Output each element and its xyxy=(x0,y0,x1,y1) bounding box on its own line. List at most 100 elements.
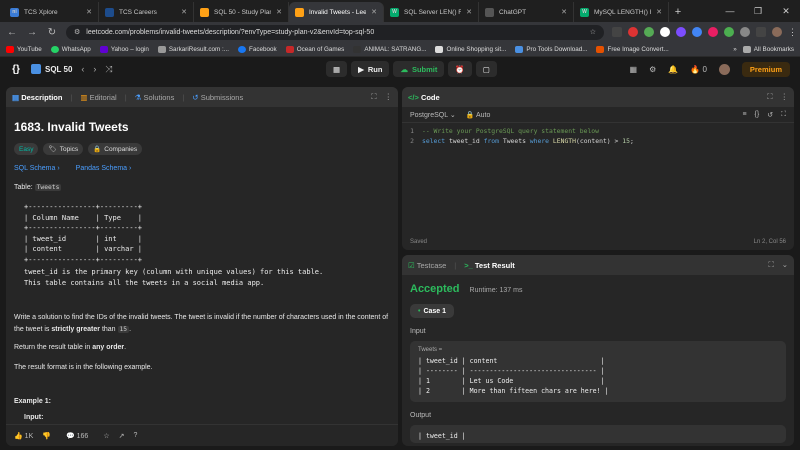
format-braces-icon[interactable]: {} xyxy=(755,111,760,119)
companies-button[interactable]: 🔒 Companies xyxy=(88,143,143,155)
extension-icon[interactable] xyxy=(692,27,702,37)
bookmark-shopping[interactable]: Online Shopping sit... xyxy=(435,45,506,53)
tab-testcase[interactable]: ☑ Testcase xyxy=(408,261,446,270)
more-icon[interactable]: ⋮ xyxy=(781,92,789,102)
reset-icon[interactable]: ↺ xyxy=(767,111,773,119)
share-icon[interactable]: ↗ xyxy=(119,432,125,440)
prev-problem-icon[interactable]: ‹ xyxy=(81,64,84,74)
bookmark-imageconvert[interactable]: Free Image Convert... xyxy=(596,45,669,53)
submit-button[interactable]: ☁ Submit xyxy=(393,61,445,77)
timer-button[interactable]: ⏰ xyxy=(448,61,472,77)
user-avatar[interactable] xyxy=(718,63,730,75)
more-icon[interactable]: ⋮ xyxy=(385,92,393,102)
site-info-icon[interactable]: ⚙ xyxy=(74,28,80,36)
help-icon[interactable]: ? xyxy=(133,432,137,439)
profile-avatar[interactable] xyxy=(772,27,782,37)
pandas-schema-link[interactable]: Pandas Schema › xyxy=(76,165,132,172)
shuffle-icon[interactable]: ⤨ xyxy=(105,64,112,75)
close-tab-icon[interactable]: ✕ xyxy=(371,8,377,16)
tab-editorial[interactable]: ▥ Editorial xyxy=(80,93,116,102)
tab-description[interactable]: ▤ Description xyxy=(12,93,62,102)
bookmark-label: ANIMAL: SATRANG... xyxy=(364,45,427,53)
tab-test-result[interactable]: >_ Test Result xyxy=(464,261,515,270)
leetcode-logo-icon[interactable]: {} xyxy=(10,63,22,75)
premium-button[interactable]: Premium xyxy=(741,61,790,77)
notifications-bell-icon[interactable]: 🔔 xyxy=(668,65,678,74)
expand-icon[interactable]: ⛶ xyxy=(371,92,376,102)
study-plan-title[interactable]: SQL 50 xyxy=(31,64,72,74)
tab-submissions[interactable]: ↺ Submissions xyxy=(192,93,243,102)
expand-icon[interactable]: ⛶ xyxy=(768,260,773,270)
menu-kebab-icon[interactable]: ⋮ xyxy=(788,27,797,37)
settings-gear-icon[interactable]: ⚙ xyxy=(649,65,656,74)
all-bookmarks[interactable]: All Bookmarks xyxy=(742,45,794,53)
bookmark-youtube[interactable]: YouTube xyxy=(6,45,42,53)
bookmark-ocean[interactable]: Ocean of Games xyxy=(285,45,344,53)
extension-icon[interactable] xyxy=(628,27,638,37)
bookmark-whatsapp[interactable]: WhatsApp xyxy=(50,45,91,53)
bookmark-facebook[interactable]: Facebook xyxy=(238,45,277,53)
favorite-star-icon[interactable]: ☆ xyxy=(103,432,109,440)
new-tab-button[interactable]: + xyxy=(669,2,687,22)
extension-icon[interactable] xyxy=(612,27,622,37)
layout-grid-icon[interactable]: ▦ xyxy=(630,65,638,74)
notes-button[interactable]: ▢ xyxy=(475,61,497,77)
browser-tab[interactable]: ni TCS Xplore ✕ xyxy=(4,2,99,22)
next-problem-icon[interactable]: › xyxy=(93,64,96,74)
browser-tab[interactable]: W MySQL LENGTH() Fun ✕ xyxy=(574,2,669,22)
topics-button[interactable]: 🏷 Topics xyxy=(43,143,84,155)
code-area[interactable]: 1 -- Write your PostgreSQL query statemen… xyxy=(402,123,794,146)
protools-icon xyxy=(515,45,524,53)
extension-icon[interactable] xyxy=(756,27,766,37)
close-tab-icon[interactable]: ✕ xyxy=(181,8,187,16)
extension-icon[interactable] xyxy=(676,27,686,37)
sql-schema-link[interactable]: SQL Schema › xyxy=(14,165,60,172)
fullscreen-icon[interactable]: ⛶ xyxy=(781,111,786,119)
browser-tab[interactable]: SQL 50 - Study Plan ✕ xyxy=(194,2,289,22)
url-field[interactable]: ⚙ leetcode.com/problems/invalid-tweets/d… xyxy=(66,24,604,40)
notes-icon[interactable]: ≡ xyxy=(742,111,746,119)
close-tab-icon[interactable]: ✕ xyxy=(656,8,662,16)
close-window-icon[interactable]: ✕ xyxy=(772,0,800,22)
expand-icon[interactable]: ⛶ xyxy=(767,92,772,102)
editor-status: Saved Ln 2, Col 56 xyxy=(410,239,786,245)
close-tab-icon[interactable]: ✕ xyxy=(86,8,92,16)
comment-icon: 💬 xyxy=(65,432,75,440)
minimize-icon[interactable]: — xyxy=(716,0,744,22)
bookmark-animal[interactable]: ANIMAL: SATRANG... xyxy=(353,45,427,53)
auto-complete-toggle[interactable]: 🔒 Auto xyxy=(466,111,491,119)
back-icon[interactable]: ← xyxy=(6,27,18,38)
browser-tab[interactable]: W SQL Server LEN() Fun ✕ xyxy=(384,2,479,22)
more-bookmarks-icon[interactable]: » xyxy=(733,46,737,53)
browser-tab-active[interactable]: Invalid Tweets - Leetc ✕ xyxy=(289,2,384,22)
close-tab-icon[interactable]: ✕ xyxy=(561,8,567,16)
bookmark-yahoo[interactable]: Yahoo – login xyxy=(99,45,149,53)
bookmark-star-icon[interactable]: ☆ xyxy=(590,28,596,36)
extension-icon[interactable] xyxy=(724,27,734,37)
comments-button[interactable]: 💬 166 xyxy=(66,432,88,440)
collapse-icon[interactable]: ⌄ xyxy=(782,260,788,270)
close-tab-icon[interactable]: ✕ xyxy=(466,8,472,16)
streak-counter[interactable]: 🔥 0 xyxy=(690,65,707,74)
reload-icon[interactable]: ↻ xyxy=(46,27,58,38)
run-button[interactable]: ▶ Run xyxy=(351,61,390,77)
extension-icon[interactable] xyxy=(708,27,718,37)
language-select[interactable]: PostgreSQL ⌄ xyxy=(410,111,456,119)
code-tab[interactable]: </> Code xyxy=(408,93,440,102)
description-paragraph: Write a solution to find the IDs of the … xyxy=(14,314,389,333)
case-1-tab[interactable]: • Case 1 xyxy=(410,304,455,318)
debug-button[interactable]: ▦ xyxy=(326,61,348,77)
extension-icon[interactable] xyxy=(740,27,750,37)
close-tab-icon[interactable]: ✕ xyxy=(276,8,282,16)
tab-solutions[interactable]: ⚗ Solutions xyxy=(135,93,175,102)
forward-icon[interactable]: → xyxy=(26,27,38,38)
dislike-button[interactable]: 👎 xyxy=(42,432,51,440)
browser-tab[interactable]: ChatGPT ✕ xyxy=(479,2,574,22)
like-button[interactable]: 👍 1K xyxy=(14,432,33,440)
bookmark-protools[interactable]: Pro Tools Download... xyxy=(515,45,587,53)
bookmark-sarkari[interactable]: SarkariResult.com :... xyxy=(157,45,229,53)
extension-icon[interactable] xyxy=(660,27,670,37)
extension-icon[interactable] xyxy=(644,27,654,37)
restore-icon[interactable]: ❐ xyxy=(744,0,772,22)
browser-tab[interactable]: TCS Careers ✕ xyxy=(99,2,194,22)
